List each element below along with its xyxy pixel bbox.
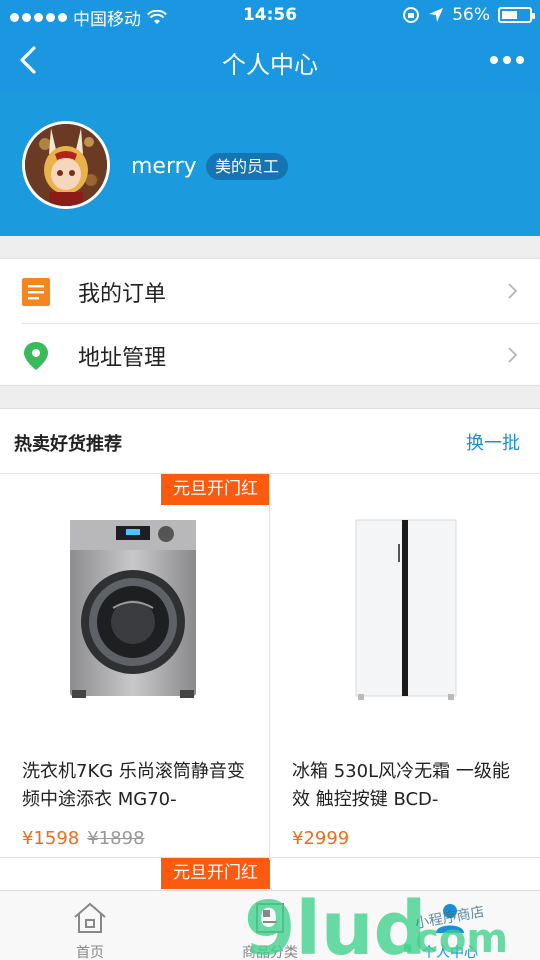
promo-tag: 元旦开门红 xyxy=(161,474,270,505)
user-icon xyxy=(436,904,464,933)
tab-category[interactable]: 商品分类 xyxy=(180,891,360,960)
nav-bar: 个人中心 xyxy=(0,30,540,92)
product-price: ¥2999 xyxy=(292,828,349,849)
promo-tag: 元旦开门红 xyxy=(161,858,270,889)
current-price: ¥2999 xyxy=(292,828,350,849)
tab-label: 商品分类 xyxy=(242,945,298,960)
current-price: ¥1598 xyxy=(22,828,80,849)
menu-item-label: 地址管理 xyxy=(78,346,167,371)
menu-card: 我的订单 地址管理 xyxy=(0,258,540,386)
page-title: 个人中心 xyxy=(222,51,318,79)
home-icon xyxy=(74,902,106,933)
location-pin-icon xyxy=(24,342,48,370)
battery-icon xyxy=(498,7,535,23)
profile-header: merry 美的员工 xyxy=(0,92,540,236)
location-arrow-icon xyxy=(429,8,444,22)
section-title: 热卖好货推荐 xyxy=(14,434,122,455)
order-list-icon xyxy=(22,278,50,306)
avatar[interactable] xyxy=(22,121,110,209)
menu-item-label: 我的订单 xyxy=(78,282,167,307)
refrigerator-image xyxy=(355,519,457,700)
tab-label: 个人中心 xyxy=(422,945,478,960)
tab-home[interactable]: 首页 xyxy=(0,891,180,960)
product-grid: 元旦开门红 洗衣机7KG 乐尚滚筒静音变频中途添衣 MG70- ¥1598 ¥1… xyxy=(0,474,540,960)
chevron-right-icon xyxy=(508,347,518,363)
product-price: ¥1598 ¥1898 xyxy=(22,828,145,849)
tab-label: 首页 xyxy=(76,945,104,960)
product-name: 冰箱 530L风冷无霜 一级能效 触控按键 BCD- xyxy=(292,761,510,810)
grid-divider xyxy=(269,474,270,860)
product-card[interactable]: 元旦开门红 洗衣机7KG 乐尚滚筒静音变频中途添衣 MG70- ¥1598 ¥1… xyxy=(0,474,270,858)
chevron-right-icon xyxy=(508,283,518,299)
status-bar: 中国移动 14:56 56% xyxy=(0,0,540,30)
menu-item-orders[interactable]: 我的订单 xyxy=(0,259,540,323)
product-card[interactable]: 冰箱 530L风冷无霜 一级能效 触控按键 BCD- ¥2999 xyxy=(270,474,540,858)
washing-machine-image xyxy=(70,520,196,698)
original-price: ¥1898 xyxy=(87,828,145,849)
recommend-header: 热卖好货推荐 换一批 xyxy=(0,408,540,474)
refresh-button[interactable]: 换一批 xyxy=(466,429,520,455)
username: merry xyxy=(131,154,197,179)
category-icon xyxy=(256,903,284,933)
product-name: 洗衣机7KG 乐尚滚筒静音变频中途添衣 MG70- xyxy=(22,761,245,810)
menu-item-address[interactable]: 地址管理 xyxy=(0,323,540,387)
battery-percent: 56% xyxy=(452,5,490,25)
rotation-lock-icon xyxy=(403,7,420,23)
employee-badge: 美的员工 xyxy=(206,153,289,180)
tab-profile[interactable]: 个人中心 xyxy=(360,891,540,960)
more-options-icon[interactable] xyxy=(486,50,528,70)
grid-divider xyxy=(0,857,540,858)
tab-bar: 首页 商品分类 个人中心 xyxy=(0,890,540,960)
